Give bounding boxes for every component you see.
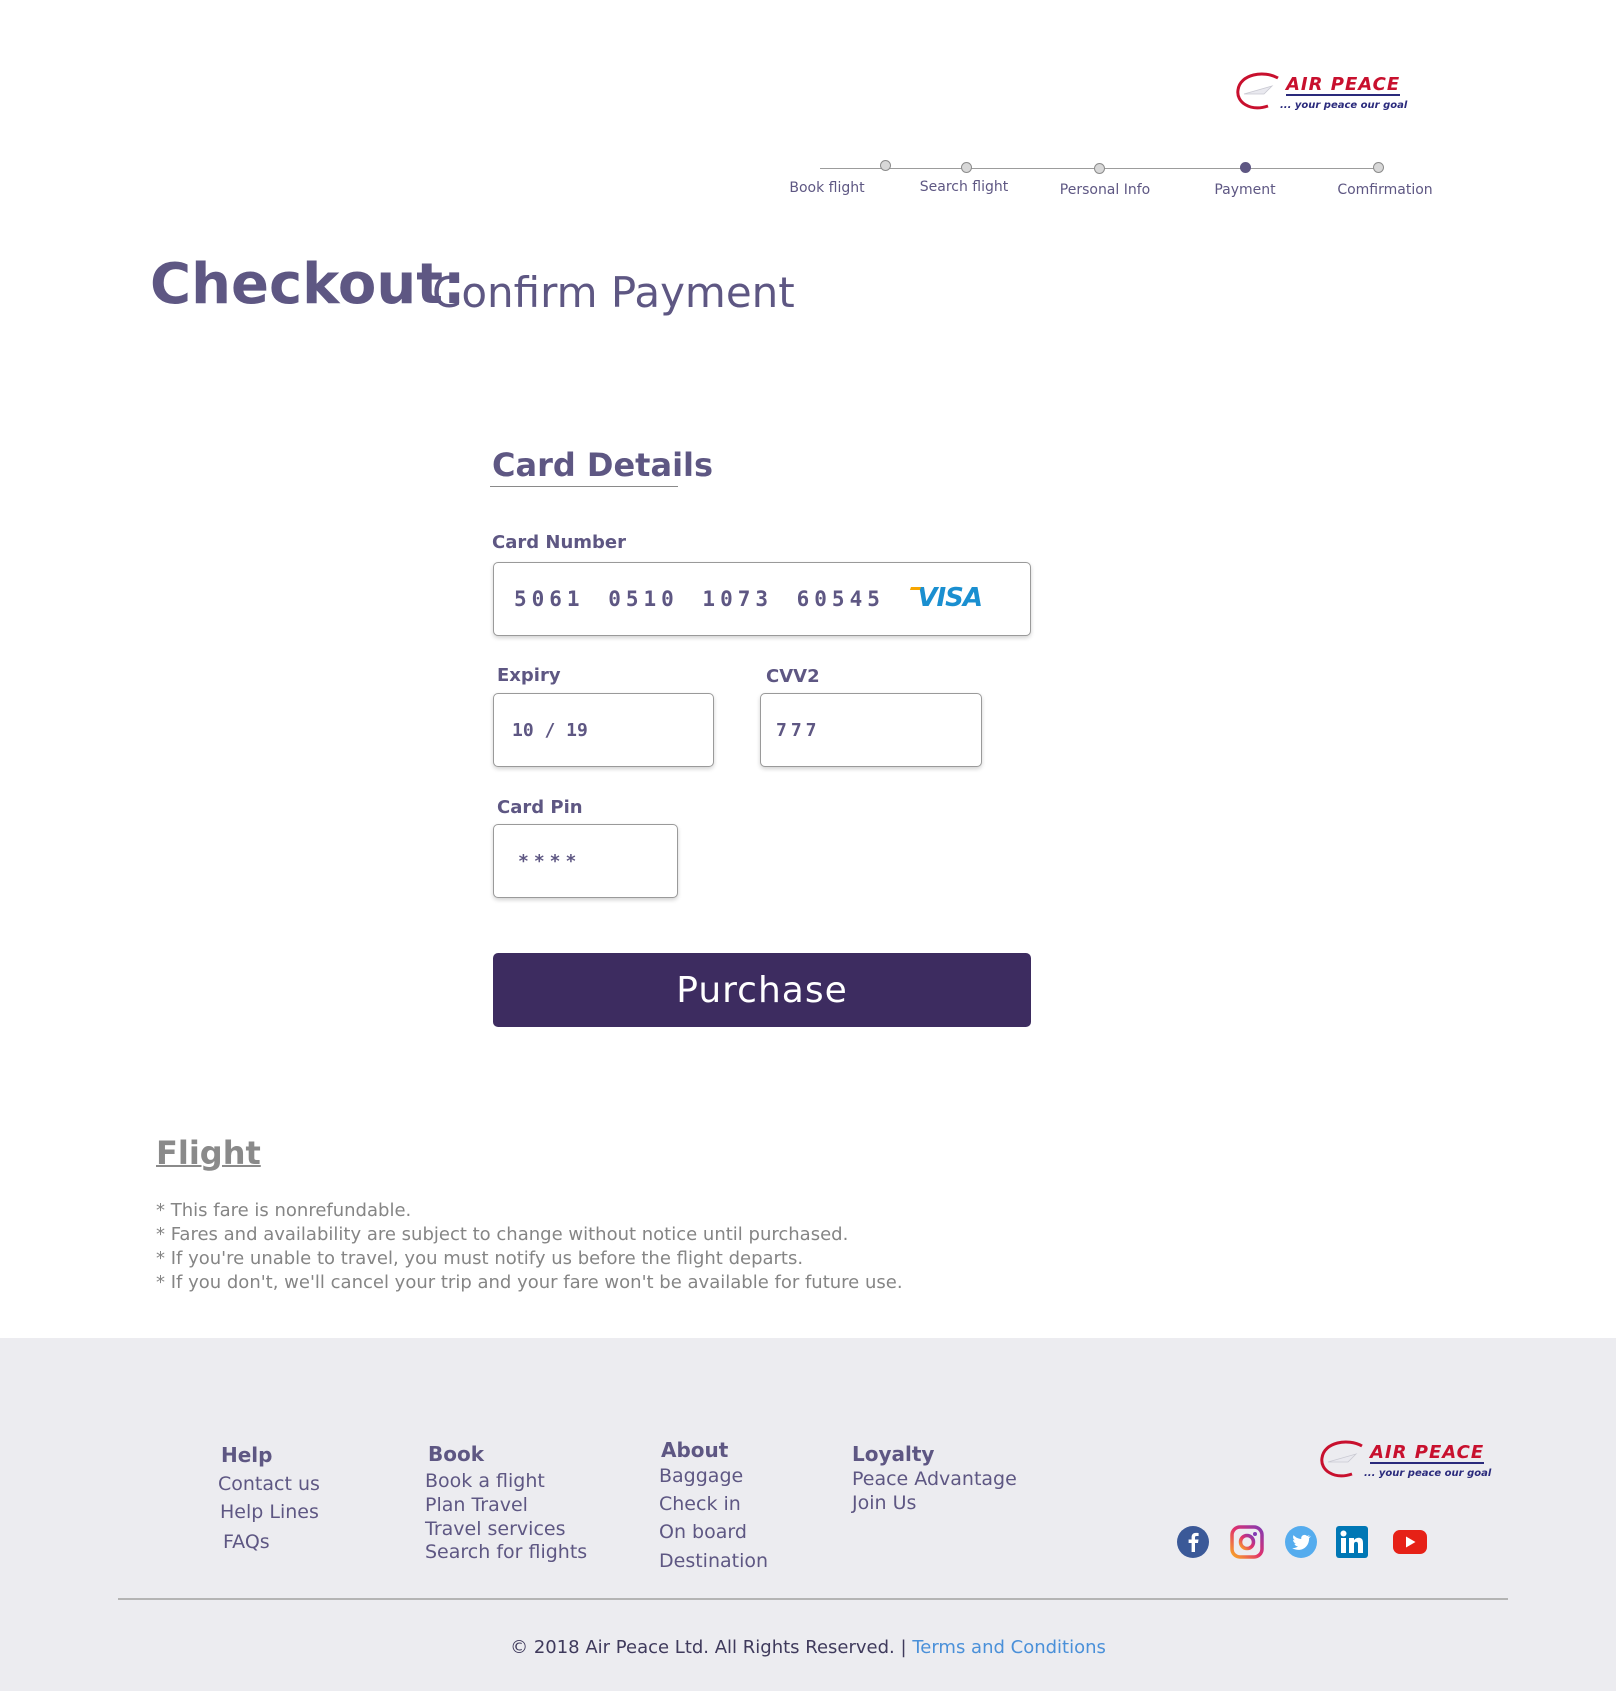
logo-tagline: ... your peace our goal — [1364, 1468, 1492, 1479]
footer-link-peace-advantage[interactable]: Peace Advantage — [852, 1468, 1017, 1490]
fare-note: * This fare is nonrefundable. — [156, 1200, 412, 1221]
logo-swoosh-icon — [1236, 72, 1279, 110]
progress-dot-confirmation — [1373, 162, 1384, 173]
progress-step-search-flight[interactable]: Search flight — [920, 179, 1009, 195]
footer-about-title: About — [661, 1438, 729, 1462]
airpeace-logo[interactable]: AIR PEACE ... your peace our goal — [1234, 72, 1414, 122]
footer-link-book-a-flight[interactable]: Book a flight — [425, 1470, 545, 1492]
expiry-label: Expiry — [497, 665, 561, 686]
visa-icon: VISA — [917, 583, 983, 613]
card-details-title: Card Details — [492, 446, 714, 484]
logo-swoosh-icon — [1320, 1440, 1363, 1478]
progress-dot-personal-info — [1094, 163, 1105, 174]
footer-link-plan-travel[interactable]: Plan Travel — [425, 1494, 528, 1516]
cvv-input[interactable]: 777 — [760, 693, 982, 767]
footer-link-destination[interactable]: Destination — [659, 1550, 768, 1572]
progress-dot-payment — [1240, 162, 1251, 173]
logo-tagline: ... your peace our goal — [1280, 100, 1408, 111]
footer-loyalty-title: Loyalty — [852, 1442, 935, 1466]
progress-dot-book-flight — [880, 160, 891, 171]
card-number-label: Card Number — [492, 532, 626, 553]
page-subtitle: Confirm Payment — [432, 268, 795, 317]
page-title: Checkout: — [150, 252, 466, 317]
footer-link-check-in[interactable]: Check in — [659, 1493, 741, 1515]
fare-note: * If you're unable to travel, you must n… — [156, 1248, 804, 1269]
card-details-underline — [490, 486, 678, 487]
facebook-icon[interactable] — [1176, 1525, 1210, 1559]
footer-link-faqs[interactable]: FAQs — [223, 1531, 270, 1553]
progress-step-personal-info[interactable]: Personal Info — [1060, 182, 1150, 198]
cvv-value: 777 — [776, 719, 821, 741]
twitter-icon[interactable] — [1284, 1525, 1318, 1559]
footer-copyright: © 2018 Air Peace Ltd. All Rights Reserve… — [0, 1637, 1616, 1658]
footer-link-search-for-flights[interactable]: Search for flights — [425, 1541, 587, 1563]
card-number-value: 5061 0510 1073 60545 — [514, 587, 885, 611]
footer-link-on-board[interactable]: On board — [659, 1521, 747, 1543]
card-pin-label: Card Pin — [497, 797, 583, 818]
progress-step-book-flight[interactable]: Book flight — [789, 180, 864, 196]
progress-step-payment[interactable]: Payment — [1214, 182, 1275, 198]
footer-link-travel-services[interactable]: Travel services — [425, 1518, 565, 1540]
expiry-value: 10 / 19 — [512, 719, 588, 741]
footer-link-baggage[interactable]: Baggage — [659, 1465, 743, 1487]
fare-note: * Fares and availability are subject to … — [156, 1224, 849, 1245]
linkedin-icon[interactable] — [1335, 1525, 1369, 1559]
cvv-label: CVV2 — [766, 666, 820, 687]
logo-brand-text: AIR PEACE — [1286, 74, 1401, 96]
footer-help-title: Help — [221, 1443, 273, 1467]
footer-link-help-lines[interactable]: Help Lines — [220, 1501, 319, 1523]
card-pin-input[interactable]: **** — [493, 824, 678, 898]
youtube-icon[interactable] — [1392, 1528, 1428, 1556]
footer-link-contact-us[interactable]: Contact us — [218, 1473, 320, 1495]
footer-airpeace-logo[interactable]: AIR PEACE ... your peace our goal — [1318, 1440, 1498, 1490]
footer-book-title: Book — [428, 1442, 485, 1466]
footer-link-join-us[interactable]: Join Us — [852, 1492, 916, 1514]
progress-dot-search-flight — [961, 162, 972, 173]
card-pin-value: **** — [518, 850, 582, 872]
progress-step-confirmation[interactable]: Comfirmation — [1337, 182, 1432, 198]
fare-notes: * This fare is nonrefundable. * Fares an… — [156, 1199, 903, 1295]
logo-brand-text: AIR PEACE — [1370, 1442, 1485, 1464]
purchase-button[interactable]: Purchase — [493, 953, 1031, 1027]
terms-link[interactable]: Terms and Conditions — [912, 1637, 1106, 1658]
footer-divider — [118, 1598, 1508, 1600]
flight-section-title: Flight — [156, 1134, 261, 1172]
expiry-input[interactable]: 10 / 19 — [493, 693, 714, 767]
copyright-text: © 2018 Air Peace Ltd. All Rights Reserve… — [510, 1637, 907, 1658]
fare-note: * If you don't, we'll cancel your trip a… — [156, 1272, 903, 1293]
instagram-icon[interactable] — [1230, 1525, 1264, 1559]
card-number-input[interactable]: 5061 0510 1073 60545 VISA — [493, 562, 1031, 636]
